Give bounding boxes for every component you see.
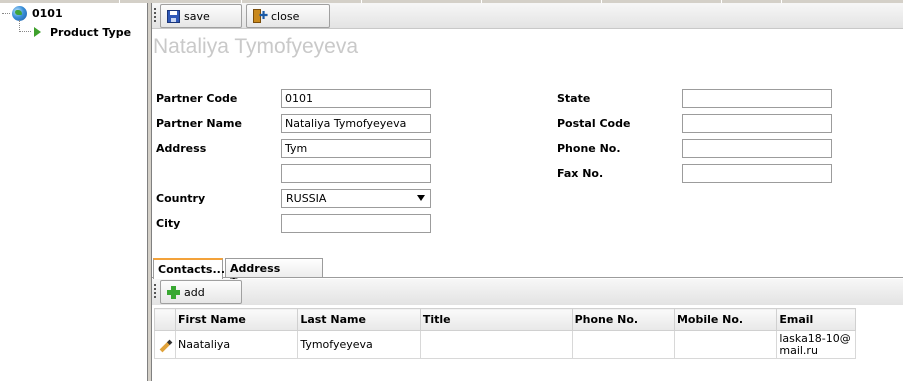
cell-last-name: Tymofyeyeva [297,330,421,359]
country-label: Country [156,192,206,205]
tree-node-product-type[interactable]: Product Type [34,24,131,40]
cell-mobile-no [673,330,778,359]
tree-root-label: 0101 [32,6,63,20]
edit-row-cell[interactable] [154,330,176,359]
tab-address-types[interactable]: Address Types... [225,258,323,288]
pencil-icon[interactable] [159,339,173,353]
city-label: City [156,217,181,230]
save-icon [167,9,180,23]
column-header-last-name[interactable]: Last Name [297,308,421,331]
contacts-table: First Name Last Name Title Phone No. Mob… [154,308,856,359]
address-line1-field[interactable]: Tym [281,139,431,158]
fax-no-label: Fax No. [557,167,604,180]
row-icon-header [154,308,176,331]
main-panel: save ✚ close Nataliya Tymofyeyeva Partne… [152,3,903,381]
country-select[interactable]: RUSSIA [281,189,431,208]
tree-child-label: Product Type [50,25,132,39]
navigation-tree: 0101 Product Type [0,3,147,381]
column-header-first-name[interactable]: First Name [174,308,299,331]
toolbar-grip[interactable] [154,284,156,300]
cell-email: laska18-10@mail.ru [776,330,856,359]
add-button-label: add [184,285,205,299]
chevron-down-icon [417,195,425,201]
address-line2-field[interactable] [281,164,431,183]
column-header-phone-no[interactable]: Phone No. [571,308,675,331]
postal-code-field[interactable] [682,114,832,133]
partner-name-field[interactable]: Nataliya Tymofyeyeva [281,114,431,133]
globe-icon [12,5,27,21]
city-field[interactable] [281,214,431,233]
address-label: Address [156,142,207,155]
contacts-toolbar: add [152,279,903,305]
plus-icon [167,285,180,299]
phone-no-field[interactable] [682,139,832,158]
country-select-value: RUSSIA [286,192,327,205]
state-field[interactable] [682,89,832,108]
partner-code-field[interactable]: 0101 [281,89,431,108]
column-header-title[interactable]: Title [419,308,573,331]
partner-name-label: Partner Name [156,117,242,130]
partner-code-label: Partner Code [156,92,238,105]
add-contact-button[interactable]: add [160,280,242,304]
cell-title [419,330,573,359]
close-button[interactable]: ✚ close [246,4,330,28]
cell-first-name: Naataliya [174,330,299,359]
save-button[interactable]: save [160,4,242,28]
column-header-mobile-no[interactable]: Mobile No. [673,308,778,331]
close-button-label: close [271,9,300,23]
toolbar-grip[interactable] [154,8,156,24]
fax-no-field[interactable] [682,164,832,183]
state-label: State [557,92,591,105]
close-icon: ✚ [253,9,268,23]
cell-phone-no [571,330,675,359]
tree-connector [19,31,31,32]
page-title: Nataliya Tymofyeyeva [153,35,359,58]
play-arrow-icon [34,27,41,37]
phone-no-label: Phone No. [557,142,621,155]
postal-code-label: Postal Code [557,117,631,130]
tab-strip-border [152,277,903,278]
tab-contacts[interactable]: Contacts... [153,258,225,279]
main-toolbar: save ✚ close [152,3,903,29]
tree-node-root[interactable]: 0101 [4,5,63,21]
table-header-row: First Name Last Name Title Phone No. Mob… [154,308,856,331]
column-header-email[interactable]: Email [776,308,856,331]
save-button-label: save [184,9,210,23]
table-row[interactable]: Naataliya Tymofyeyeva laska18-10@mail.ru [154,330,856,359]
